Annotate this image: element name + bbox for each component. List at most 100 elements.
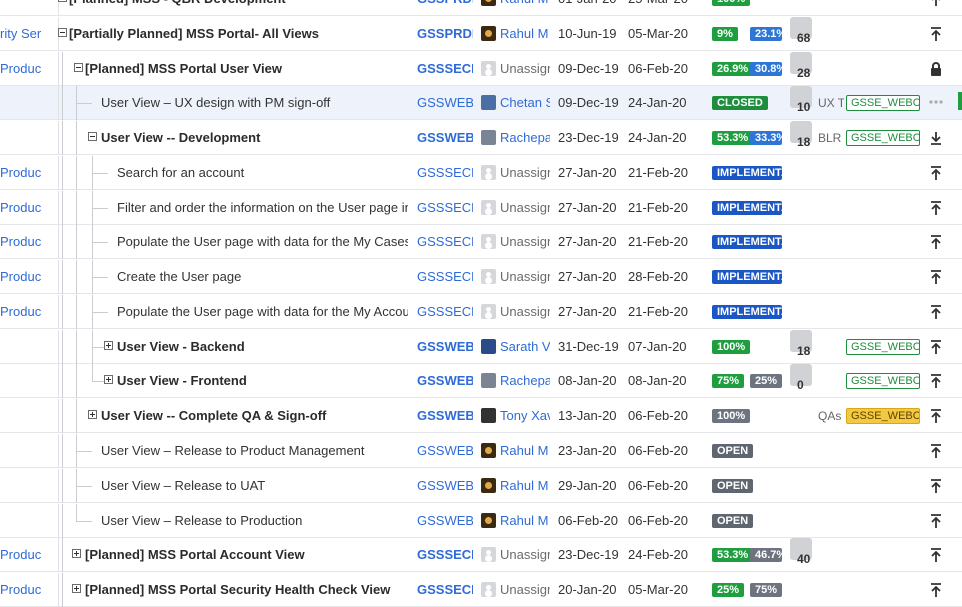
issue-summary[interactable]: [Planned] MSS - QBR Development [69, 0, 408, 16]
issue-summary[interactable]: [Planned] MSS Portal Account View [85, 538, 408, 572]
issue-key-link[interactable]: GSSSECF [417, 295, 473, 329]
table-row[interactable]: User View – Release to Production GSSWEBI… [0, 504, 962, 538]
download-icon[interactable] [927, 130, 945, 146]
expand-toggle-icon[interactable] [72, 549, 81, 558]
assignee-name[interactable]: Unassigned [500, 260, 550, 294]
issue-key-link[interactable]: GSSWEBI [417, 86, 473, 120]
assignee-name[interactable]: Rahul M [500, 434, 550, 468]
assignee-name[interactable]: Unassigned [500, 156, 550, 190]
issue-key-link[interactable]: GSSWEBI [417, 121, 473, 155]
collapse-to-top-icon[interactable] [927, 165, 945, 181]
collapse-to-top-icon[interactable] [927, 582, 945, 598]
assignee-name[interactable]: Rachepa [500, 121, 550, 155]
lock-icon[interactable] [927, 61, 945, 77]
issue-summary[interactable]: User View -- Development [101, 121, 408, 155]
issue-summary[interactable]: User View – Release to UAT [101, 469, 408, 503]
issue-key-link[interactable]: GSSWEBI [417, 434, 473, 468]
issue-summary[interactable]: User View -- Complete QA & Sign-off [101, 399, 408, 433]
collapse-to-top-icon[interactable] [927, 547, 945, 563]
assignee-name[interactable]: Unassigned [500, 538, 550, 572]
label-tag[interactable]: GSSE_WEBCF [846, 130, 920, 146]
assignee-name[interactable]: Unassigned [500, 52, 550, 86]
collapse-to-top-icon[interactable] [927, 443, 945, 459]
label-tag[interactable]: GSSE_WEBCF [846, 408, 920, 424]
collapse-to-top-icon[interactable] [927, 373, 945, 389]
issue-key-link[interactable]: GSSWEBI [417, 469, 473, 503]
assignee-name[interactable]: Unassigned [500, 573, 550, 607]
issue-key-link[interactable]: GSSPRDI [417, 17, 473, 51]
issue-summary[interactable]: [Planned] MSS Portal Security Health Che… [85, 573, 408, 607]
assignee-name[interactable]: Unassigned [500, 295, 550, 329]
table-row[interactable]: Produc Filter and order the information o… [0, 191, 962, 225]
issue-key-link[interactable]: GSSSECF [417, 225, 473, 259]
issue-summary[interactable]: Populate the User page with data for the… [117, 295, 408, 329]
collapse-to-top-icon[interactable] [927, 200, 945, 216]
table-row[interactable]: User View – Release to Product Managemen… [0, 434, 962, 468]
issue-summary[interactable]: Create the User page [117, 260, 408, 294]
issue-summary[interactable]: Search for an account [117, 156, 408, 190]
issue-key-link[interactable]: GSSWEBI [417, 330, 473, 364]
table-row[interactable]: User View – UX design with PM sign-off GS… [0, 86, 962, 120]
expand-toggle-icon[interactable] [104, 341, 113, 350]
issue-key-link[interactable]: GSSPRDI [417, 0, 473, 16]
collapse-to-top-icon[interactable] [927, 26, 945, 42]
table-row[interactable]: Produc Populate the User page with data f… [0, 225, 962, 259]
assignee-name[interactable]: Rahul M [500, 0, 550, 16]
issue-summary[interactable]: [Planned] MSS Portal User View [85, 52, 408, 86]
collapse-to-top-icon[interactable] [927, 269, 945, 285]
collapse-to-top-icon[interactable] [927, 304, 945, 320]
table-row[interactable]: Produc Populate the User page with data f… [0, 295, 962, 329]
issue-summary[interactable]: User View - Backend [117, 330, 408, 364]
issue-summary[interactable]: User View – Release to Production [101, 504, 408, 538]
table-row[interactable]: Produc [Planned] MSS Portal User View GSSS… [0, 52, 962, 86]
collapse-toggle-icon[interactable] [88, 132, 97, 141]
expand-toggle-icon[interactable] [72, 584, 81, 593]
collapse-to-top-icon[interactable] [927, 234, 945, 250]
collapse-to-top-icon[interactable] [927, 408, 945, 424]
table-row[interactable]: [Planned] MSS - QBR Development GSSPRDI Ra… [0, 0, 962, 16]
collapse-to-top-icon[interactable] [927, 339, 945, 355]
assignee-name[interactable]: Rahul M [500, 504, 550, 538]
issue-key-link[interactable]: GSSSECF [417, 260, 473, 294]
collapse-toggle-icon[interactable] [58, 28, 67, 37]
assignee-name[interactable]: Rahul M [500, 469, 550, 503]
issue-key-link[interactable]: GSSSECF [417, 52, 473, 86]
collapse-toggle-icon[interactable] [74, 63, 83, 72]
issue-key-link[interactable]: GSSWEBI [417, 504, 473, 538]
issue-key-link[interactable]: GSSSECF [417, 573, 473, 607]
issue-summary[interactable]: Filter and order the information on the … [117, 191, 408, 225]
collapse-to-top-icon[interactable] [927, 478, 945, 494]
label-tag[interactable]: GSSE_WEBCF [846, 339, 920, 355]
collapse-to-top-icon[interactable] [927, 513, 945, 529]
collapse-to-top-icon[interactable] [927, 0, 945, 7]
label-tag[interactable]: GSSE_WEBCF [846, 95, 920, 111]
table-row[interactable]: rity Ser [Partially Planned] MSS Portal- … [0, 17, 962, 51]
issue-key-link[interactable]: GSSWEBI [417, 364, 473, 398]
table-row[interactable]: User View – Release to UAT GSSWEBI Rahul M… [0, 469, 962, 503]
issue-summary[interactable]: [Partially Planned] MSS Portal- All View… [69, 17, 408, 51]
issue-key-link[interactable]: GSSSECF [417, 538, 473, 572]
table-row[interactable]: User View - Backend GSSWEBI Sarath V 31-Dec… [0, 330, 962, 364]
table-row[interactable]: Produc [Planned] MSS Portal Security Heal… [0, 573, 962, 607]
assignee-name[interactable]: Rachepa [500, 364, 550, 398]
issue-summary[interactable]: User View – UX design with PM sign-off [101, 86, 408, 120]
expand-toggle-icon[interactable] [88, 410, 97, 419]
assignee-name[interactable]: Rahul M [500, 17, 550, 51]
assignee-name[interactable]: Unassigned [500, 225, 550, 259]
expand-toggle-icon[interactable] [104, 375, 113, 384]
table-row[interactable]: Produc Create the User page GSSSECF Unassig… [0, 260, 962, 294]
more-icon[interactable] [927, 95, 945, 111]
table-row[interactable]: Produc [Planned] MSS Portal Account View G… [0, 538, 962, 572]
issue-summary[interactable]: User View - Frontend [117, 364, 408, 398]
table-row[interactable]: User View -- Complete QA & Sign-off GSSWE… [0, 399, 962, 433]
issue-key-link[interactable]: GSSWEBI [417, 399, 473, 433]
assignee-name[interactable]: Chetan S [500, 86, 550, 120]
assignee-name[interactable]: Tony Xav [500, 399, 550, 433]
issue-summary[interactable]: User View – Release to Product Managemen… [101, 434, 408, 468]
assignee-name[interactable]: Sarath V [500, 330, 550, 364]
issue-key-link[interactable]: GSSSECF [417, 156, 473, 190]
label-tag[interactable]: GSSE_WEBCF [846, 373, 920, 389]
assignee-name[interactable]: Unassigned [500, 191, 550, 225]
issue-key-link[interactable]: GSSSECF [417, 191, 473, 225]
table-row[interactable]: User View -- Development GSSWEBI Rachepa 23… [0, 121, 962, 155]
